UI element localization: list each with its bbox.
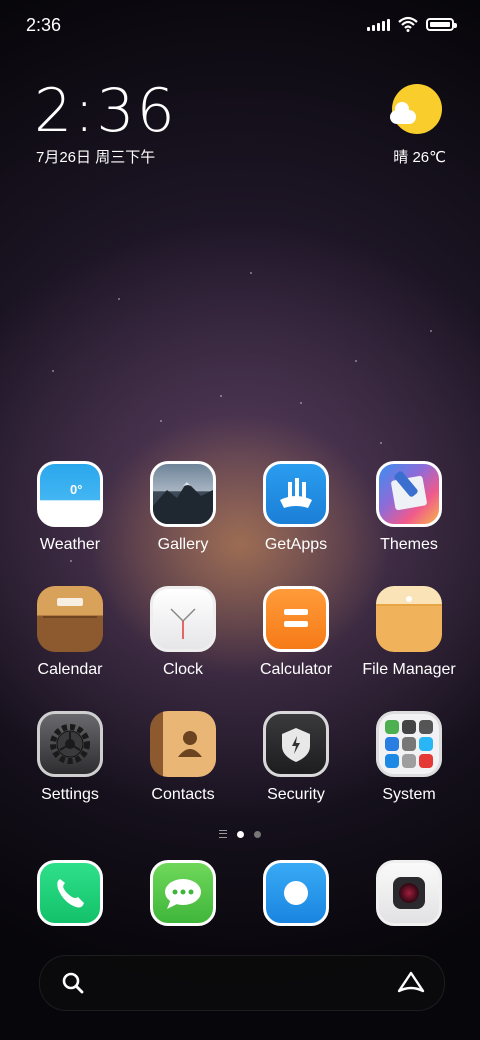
calculator-icon (263, 586, 329, 652)
page-dot-2[interactable] (254, 830, 261, 838)
weather-icon-temp: 0° (70, 482, 83, 497)
app-gallery[interactable]: Gallery (128, 461, 238, 554)
app-file-manager[interactable]: File Manager (354, 586, 464, 679)
clock-icon (150, 586, 216, 652)
page-menu-icon[interactable] (219, 830, 227, 838)
clock-widget-time[interactable]: 2:36 (34, 76, 177, 146)
app-calendar[interactable]: Calendar (15, 586, 125, 679)
dock-camera[interactable] (376, 860, 442, 926)
camera-icon (376, 860, 442, 926)
app-getapps[interactable]: GetApps (241, 461, 351, 554)
page-dot-1[interactable] (237, 830, 244, 838)
app-label: Gallery (157, 536, 209, 553)
app-label: Themes (380, 536, 438, 553)
themes-icon (376, 461, 442, 527)
app-security[interactable]: Security (241, 711, 351, 804)
messages-icon (150, 860, 216, 926)
search-icon[interactable] (60, 970, 86, 996)
system-folder-icon (376, 711, 442, 777)
weather-widget[interactable]: 晴 26℃ (390, 84, 446, 167)
dock-messages[interactable] (150, 860, 216, 926)
gallery-icon (150, 461, 216, 527)
assistant-icon[interactable] (396, 970, 426, 996)
page-indicator (0, 830, 480, 838)
app-label: Weather (39, 536, 101, 553)
app-contacts[interactable]: Contacts (128, 711, 238, 804)
app-calculator[interactable]: Calculator (241, 586, 351, 679)
settings-icon (37, 711, 103, 777)
app-label: System (382, 786, 436, 803)
contacts-icon (150, 711, 216, 777)
security-icon (263, 711, 329, 777)
app-label: Contacts (151, 786, 215, 803)
app-themes[interactable]: Themes (354, 461, 464, 554)
app-label: Calculator (259, 661, 333, 678)
weather-widget-text: 晴 26℃ (393, 149, 446, 166)
app-clock[interactable]: Clock (128, 586, 238, 679)
signal-icon (367, 17, 390, 31)
browser-icon (263, 860, 329, 926)
app-label: Calendar (37, 661, 103, 678)
dock-phone[interactable] (37, 860, 103, 926)
app-label: Security (267, 786, 325, 803)
file-manager-icon (376, 586, 442, 652)
status-time: 2:36 (26, 15, 62, 35)
calendar-icon (37, 586, 103, 652)
search-bar[interactable] (39, 955, 445, 1011)
app-system-folder[interactable]: System (354, 711, 464, 804)
getapps-icon (263, 461, 329, 527)
weather-icon: 0° (37, 461, 103, 527)
app-label: Settings (41, 786, 99, 803)
app-settings[interactable]: Settings (15, 711, 125, 804)
app-label: GetApps (264, 536, 328, 553)
app-label: File Manager (362, 661, 456, 678)
app-weather[interactable]: 0° Weather (15, 461, 125, 554)
phone-icon (37, 860, 103, 926)
wifi-icon (398, 16, 418, 32)
status-bar: 2:36 (0, 0, 480, 50)
clock-widget-date: 7月26日 周三下午 (36, 149, 156, 166)
battery-icon (426, 17, 457, 31)
app-label: Clock (162, 661, 203, 678)
sun-cloud-icon (390, 84, 442, 134)
dock-browser[interactable] (263, 860, 329, 926)
